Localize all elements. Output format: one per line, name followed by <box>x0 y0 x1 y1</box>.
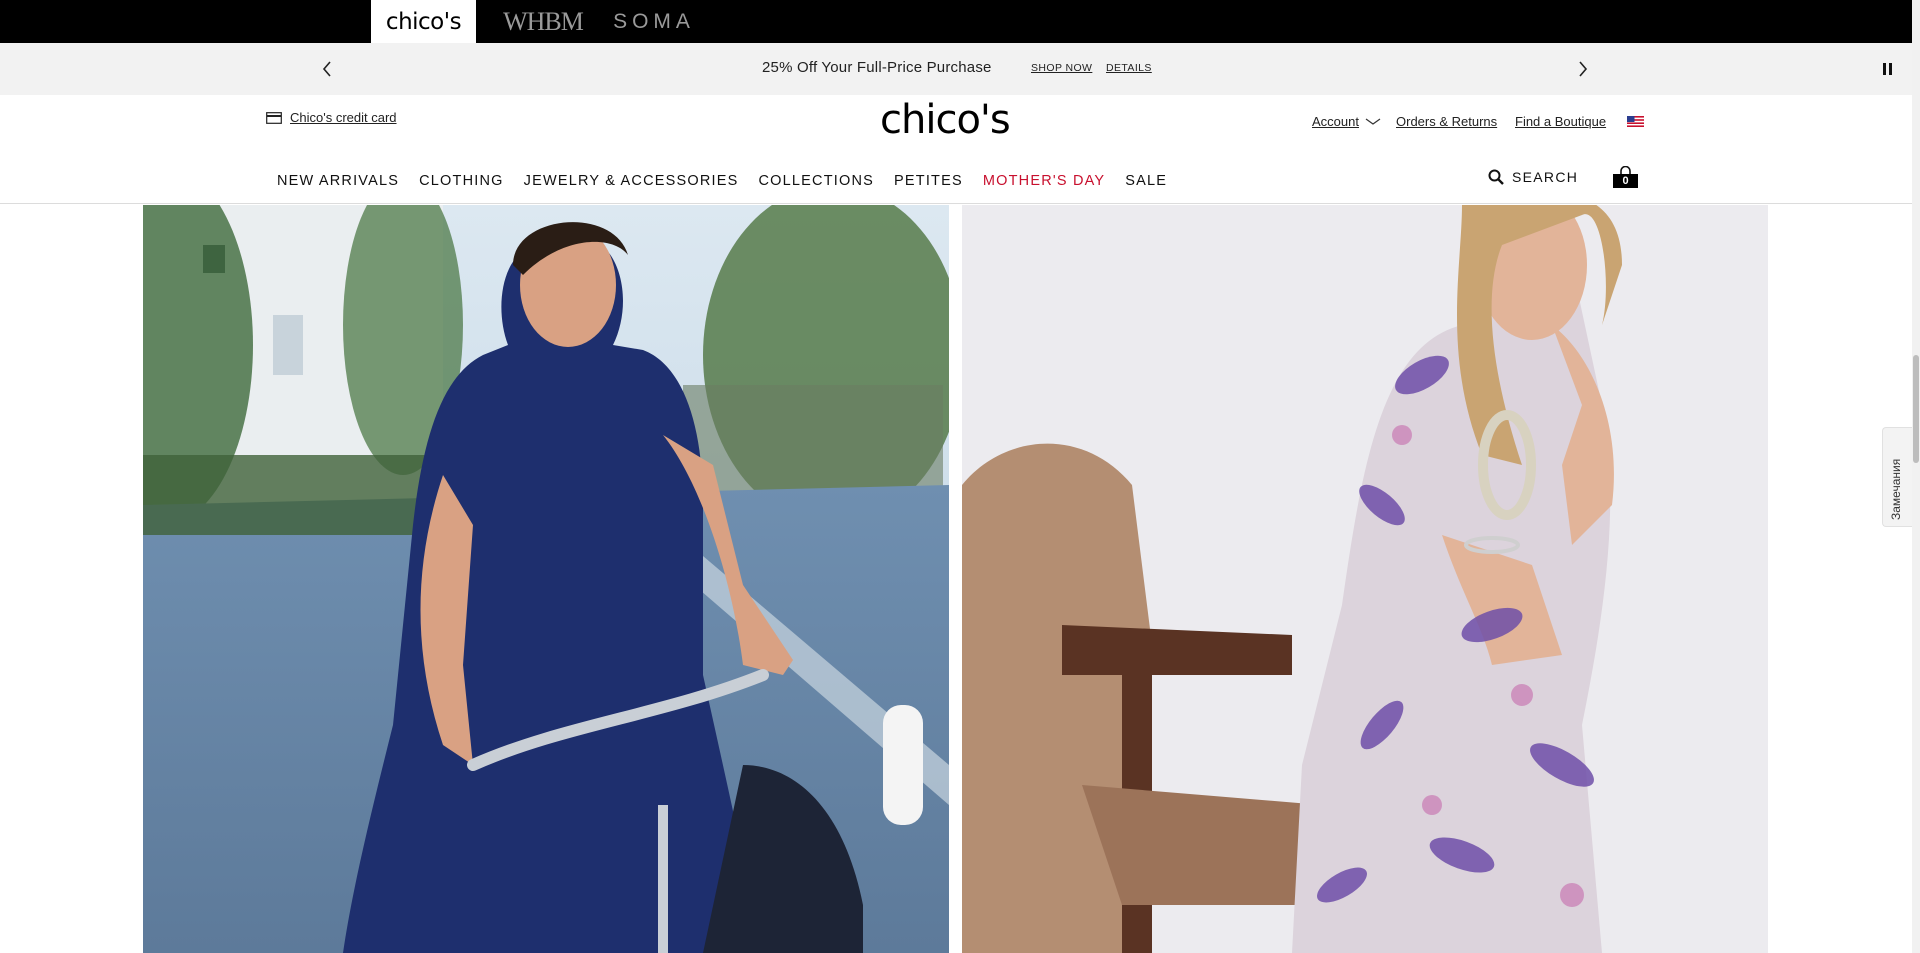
shop-now-link[interactable]: SHOP NOW <box>1031 62 1092 74</box>
nav-collections[interactable]: COLLECTIONS <box>758 173 874 189</box>
promo-text: 25% Off Your Full-Price Purchase <box>762 59 992 76</box>
hero-image-right[interactable] <box>962 205 1768 953</box>
chevron-right-icon[interactable] <box>1571 57 1595 81</box>
cart-button[interactable]: 0 <box>1613 166 1638 190</box>
nav-new-arrivals[interactable]: NEW ARRIVALS <box>277 173 399 189</box>
floral-dress-photo <box>962 205 1768 953</box>
chevron-left-icon[interactable] <box>315 57 339 81</box>
credit-card-label: Chico's credit card <box>290 110 397 125</box>
hero-image-left[interactable] <box>143 205 949 953</box>
chicos-logo[interactable]: chico's <box>880 97 1011 143</box>
nav-mothers-day[interactable]: MOTHER'S DAY <box>983 173 1105 189</box>
search-label: SEARCH <box>1512 169 1579 185</box>
nav-petites[interactable]: PETITES <box>894 173 963 189</box>
orders-returns-link[interactable]: Orders & Returns <box>1396 114 1497 129</box>
brand-tab-soma[interactable]: SOMA <box>608 0 700 43</box>
navy-dress-photo <box>143 205 949 953</box>
feedback-tab[interactable]: Замечания <box>1882 427 1912 527</box>
cart-count: 0 <box>1613 174 1638 188</box>
brand-bar: chico's WHBM SOMA <box>0 0 1920 43</box>
brand-tab-chicos[interactable]: chico's <box>371 0 476 43</box>
us-flag-icon[interactable] <box>1627 116 1644 127</box>
site-header: Chico's credit card chico's Account Orde… <box>0 95 1912 204</box>
credit-card-link[interactable]: Chico's credit card <box>266 110 397 125</box>
scrollbar-thumb[interactable] <box>1913 355 1919 463</box>
feedback-label: Замечания <box>1889 458 1903 520</box>
search-icon <box>1488 169 1504 185</box>
page-scrollbar[interactable] <box>1912 0 1920 953</box>
nav-jewelry-accessories[interactable]: JEWELRY & ACCESSORIES <box>524 173 739 189</box>
promo-bar: 25% Off Your Full-Price Purchase SHOP NO… <box>0 43 1912 95</box>
chevron-down-icon[interactable] <box>1365 118 1381 126</box>
pause-icon[interactable] <box>1882 63 1894 77</box>
nav-sale[interactable]: SALE <box>1125 173 1167 189</box>
main-nav: NEW ARRIVALS CLOTHING JEWELRY & ACCESSOR… <box>277 173 1187 189</box>
credit-card-icon <box>266 111 282 124</box>
nav-clothing[interactable]: CLOTHING <box>419 173 504 189</box>
brand-tab-whbm[interactable]: WHBM <box>500 0 586 43</box>
account-link[interactable]: Account <box>1312 114 1359 129</box>
find-boutique-link[interactable]: Find a Boutique <box>1515 114 1606 129</box>
search-button[interactable]: SEARCH <box>1488 169 1578 185</box>
details-link[interactable]: DETAILS <box>1106 62 1152 74</box>
